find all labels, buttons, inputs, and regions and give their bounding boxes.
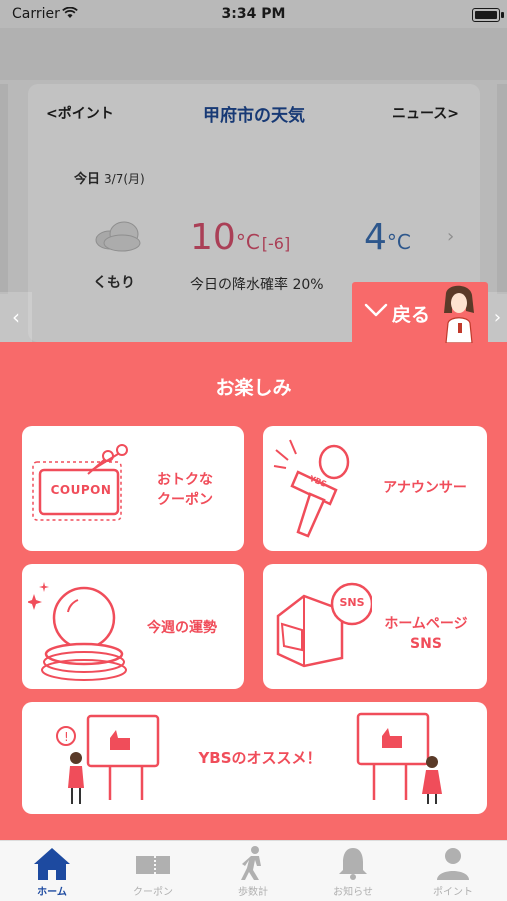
coupon-badge: COUPON <box>50 483 112 497</box>
chevron-left-icon: ‹ <box>12 305 20 329</box>
recommend-tile-label: YBSのオススメ！ <box>198 749 322 767</box>
carousel-next-button[interactable]: › <box>488 292 507 342</box>
home-icon <box>34 848 70 880</box>
tab-pedometer[interactable]: 歩数計 <box>213 846 293 898</box>
tab-home-label: ホーム <box>37 887 67 898</box>
svg-text:!: ! <box>64 730 69 744</box>
back-button-label: 戻る <box>392 304 431 326</box>
tab-coupon-label: クーポン <box>133 887 173 898</box>
carousel-prev-button[interactable]: ‹ <box>0 292 32 342</box>
tab-notifications-label: お知らせ <box>333 887 373 898</box>
panel-title: お楽しみ <box>215 377 292 399</box>
tab-pedometer-label: 歩数計 <box>238 887 268 898</box>
person-icon <box>437 848 469 880</box>
recommend-billboard-icon-right <box>352 708 462 812</box>
tab-home[interactable]: ホーム <box>12 846 92 898</box>
homepage-sns-tile-label: ホームページ SNS <box>384 616 468 652</box>
chevron-right-icon: › <box>493 306 502 328</box>
tab-points[interactable]: ポイント <box>413 846 493 898</box>
tab-coupon[interactable]: クーポン <box>113 846 193 898</box>
chevron-down-icon <box>364 302 388 322</box>
microphone-icon <box>270 434 370 548</box>
fortune-tile-label: 今週の運勢 <box>147 620 217 636</box>
tab-notifications[interactable]: お知らせ <box>313 846 393 898</box>
announcer-character-icon <box>436 283 482 347</box>
walking-icon <box>241 846 261 880</box>
coupon-tile-label: おトクな クーポン <box>157 472 213 508</box>
crystal-ball-icon <box>26 574 128 688</box>
sns-box-icon <box>272 580 374 674</box>
bell-icon <box>339 848 367 880</box>
recommend-billboard-icon: ! <box>44 708 164 812</box>
sns-badge: SNS <box>339 596 365 609</box>
tab-points-label: ポイント <box>433 887 473 898</box>
ticket-icon <box>136 856 170 874</box>
announcer-tile-label: アナウンサー <box>383 480 467 496</box>
